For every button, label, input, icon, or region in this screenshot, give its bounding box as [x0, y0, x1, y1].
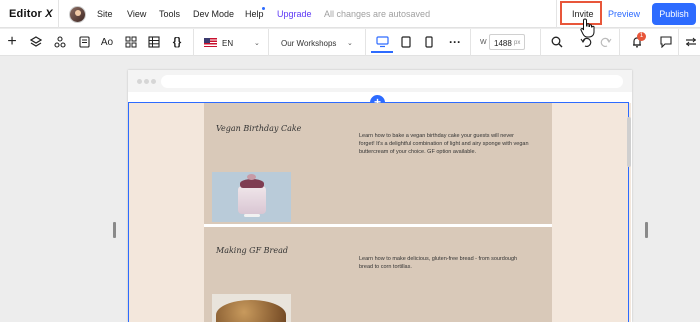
address-bar	[161, 75, 623, 88]
chevron-down-icon[interactable]: ⌄	[254, 39, 260, 47]
browser-dot	[137, 79, 142, 84]
settings-icon[interactable]	[684, 35, 698, 49]
pages-icon[interactable]	[77, 35, 91, 49]
cake-stand	[244, 214, 260, 217]
bread-loaf	[216, 300, 286, 322]
cake-photo[interactable]	[212, 172, 291, 222]
apps-grid-icon[interactable]	[124, 35, 138, 49]
workshop-description: Learn how to bake a vegan birthday cake …	[359, 133, 529, 155]
upgrade-link[interactable]: Upgrade	[277, 9, 312, 19]
divider	[193, 29, 194, 56]
width-label: W	[480, 39, 487, 46]
zoom-icon[interactable]	[550, 35, 564, 49]
divider	[678, 29, 679, 56]
logo-mark: X	[45, 8, 53, 20]
browser-chrome	[128, 70, 632, 92]
menu-site[interactable]: Site	[97, 9, 113, 19]
cake-shape	[238, 186, 266, 214]
menu-dev-mode[interactable]: Dev Mode	[193, 9, 234, 19]
cake-decoration	[247, 174, 256, 180]
width-value[interactable]: 1488	[494, 39, 512, 48]
page-select[interactable]: Our Workshops	[281, 39, 336, 48]
divider	[619, 29, 620, 56]
code-icon[interactable]: {}	[170, 35, 184, 49]
divider	[365, 29, 366, 56]
browser-dot	[144, 79, 149, 84]
menu-help[interactable]: Help	[245, 9, 264, 19]
divider	[556, 0, 557, 28]
chevron-down-icon[interactable]: ⌄	[347, 39, 353, 47]
active-device-indicator	[371, 51, 393, 53]
scrollbar[interactable]	[627, 117, 631, 167]
workshop-description: Learn how to make delicious, gluten-free…	[359, 256, 518, 270]
workshop-title: Making GF Bread	[216, 246, 288, 255]
preview-button[interactable]: Preview	[608, 9, 640, 19]
cake-topping	[240, 179, 264, 188]
layers-icon[interactable]	[29, 35, 43, 49]
components-icon[interactable]	[53, 35, 67, 49]
bread-photo[interactable]	[212, 294, 291, 322]
more-icon[interactable]: ···	[448, 35, 462, 49]
hand-cursor-icon	[580, 18, 595, 38]
publish-button[interactable]: Publish	[652, 3, 696, 25]
left-resize-handle[interactable]	[113, 222, 116, 238]
divider	[268, 29, 269, 56]
tablet-icon[interactable]	[399, 35, 413, 49]
typography-icon[interactable]: Ao	[100, 35, 114, 49]
divider	[540, 29, 541, 56]
menu-view[interactable]: View	[127, 9, 146, 19]
divider	[470, 29, 471, 56]
desktop-icon[interactable]	[375, 35, 389, 49]
width-unit: px	[514, 40, 521, 46]
logo-text: Editor	[9, 8, 42, 20]
avatar[interactable]	[69, 6, 86, 23]
mobile-icon[interactable]	[422, 35, 436, 49]
browser-dot	[151, 79, 156, 84]
us-flag-icon	[204, 38, 217, 47]
redo-icon[interactable]	[599, 35, 613, 49]
autosave-status: All changes are autosaved	[324, 9, 431, 19]
right-resize-handle[interactable]	[645, 222, 648, 238]
divider	[58, 0, 59, 28]
editor-logo[interactable]: Editor X	[9, 8, 53, 20]
notification-badge: 1	[637, 32, 646, 41]
help-notification-dot	[262, 7, 265, 10]
plus-icon[interactable]: +	[5, 33, 19, 50]
language-code[interactable]: EN	[222, 39, 233, 48]
menu-tools[interactable]: Tools	[159, 9, 180, 19]
workshop-title: Vegan Birthday Cake	[216, 124, 302, 133]
comments-icon[interactable]	[659, 35, 673, 49]
table-icon[interactable]	[147, 35, 161, 49]
